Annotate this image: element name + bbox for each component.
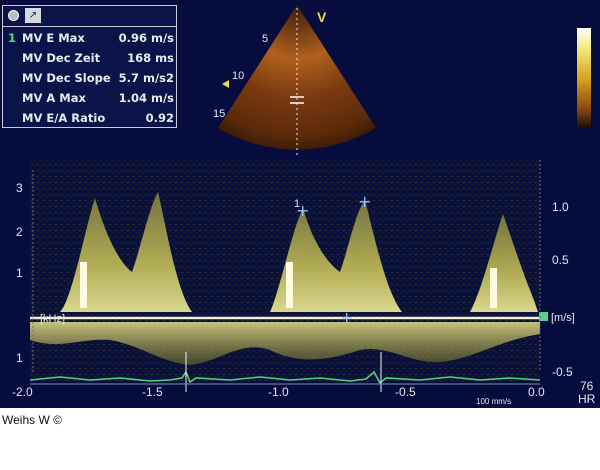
sweep-speed: 100 mm/s — [476, 397, 511, 406]
heart-rate-value: 76 — [580, 379, 594, 393]
heart-rate-label: HR — [578, 392, 596, 406]
valve-click-1 — [80, 262, 87, 308]
right-scale-unit: [m/s] — [551, 312, 575, 324]
copyright-credit: Weihs W © — [2, 413, 62, 427]
time-tick-minus-1-0: -1.0 — [268, 385, 289, 399]
valve-click-3 — [490, 268, 497, 308]
time-tick-minus-1-5: -1.5 — [142, 385, 163, 399]
left-tick-1: 1 — [16, 266, 23, 280]
time-tick-0-0: 0.0 — [528, 385, 545, 399]
left-tick-3: 3 — [16, 181, 23, 195]
valve-click-2 — [286, 262, 293, 308]
right-tick-neg-0-5: -0.5 — [552, 365, 573, 379]
left-scale-unit: [kHz] — [40, 313, 65, 325]
time-tick-minus-2-0: -2.0 — [12, 385, 33, 399]
caliper-plus-icon: + — [340, 308, 353, 327]
caliper-index-label: 1 — [294, 198, 300, 210]
ultrasound-screen: V 5 10 15 ↗ 1 MV E Max 0.96 m/s MV Dec Z… — [0, 0, 600, 408]
time-tick-minus-0-5: -0.5 — [395, 385, 416, 399]
left-tick-2: 2 — [16, 225, 23, 239]
right-tick-0-5: 0.5 — [552, 253, 569, 267]
caliper-plus-icon: + — [358, 192, 371, 211]
right-tick-1-0: 1.0 — [552, 200, 569, 214]
doppler-spectrum: + + + 1 3 2 1 [kHz] 1 1.0 0.5 [m/s] -0.5… — [12, 160, 596, 406]
left-tick-neg-1: 1 — [16, 351, 23, 365]
